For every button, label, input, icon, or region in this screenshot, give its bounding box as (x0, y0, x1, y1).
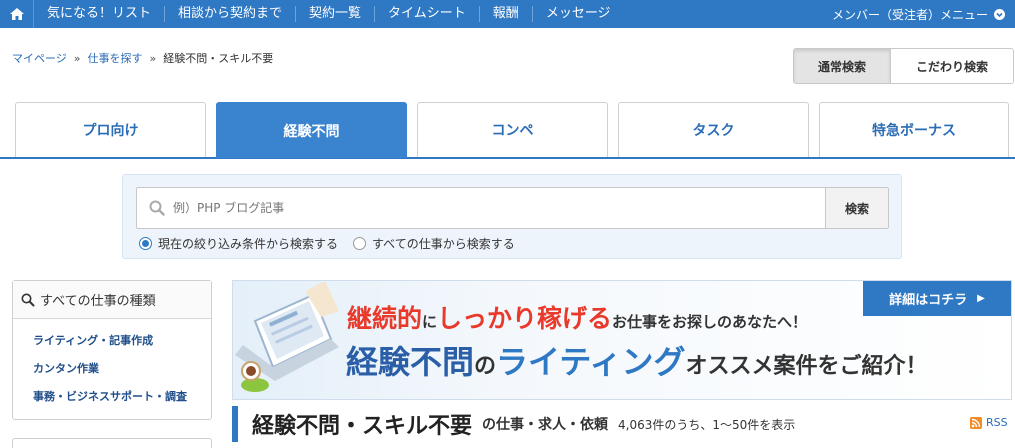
search-button[interactable]: 検索 (825, 187, 889, 229)
rss-link[interactable]: RSS (970, 416, 1008, 429)
promo-banner[interactable]: 詳細はコチラ ▶ 継続的にしっかり稼げるお仕事をお探しのあなたへ！ 経験不問のラ… (232, 280, 1012, 400)
nav-timesheet[interactable]: タイムシート (375, 6, 480, 22)
search-scope-options: 現在の絞り込み条件から検索する すべての仕事から検索する (139, 235, 530, 252)
sidebar-heading-label: すべての仕事の種類 (40, 294, 156, 309)
details-button[interactable]: 詳細はコチラ ▶ (863, 281, 1011, 316)
sidebar-item-business-support[interactable]: 事務・ビジネスサポート・調査 (13, 383, 211, 411)
search-icon (21, 293, 35, 306)
results-count: 4,063件のうち、1〜50件を表示 (618, 417, 796, 432)
banner-text-no-experience: 経験不問 (346, 343, 475, 381)
banner-text-no: の (474, 354, 497, 379)
results-heading: 経験不問・スキル不要 の仕事・求人・依頼 4,063件のうち、1〜50件を表示 (232, 406, 795, 442)
nav-consult-to-contract[interactable]: 相談から契約まで (165, 6, 297, 22)
chevron-down-icon (994, 8, 1005, 20)
search-icon (149, 200, 165, 216)
breadcrumb-mypage[interactable]: マイページ (12, 50, 67, 66)
sidebar-box-2 (12, 438, 212, 448)
rss-icon (970, 416, 982, 429)
banner-text-writing: ライティング (496, 343, 686, 381)
banner-headline-2: 経験不問のライティングオススメ案件をご紹介！ (346, 337, 928, 383)
laptop-illustration (235, 281, 339, 392)
search-panel: 検索 現在の絞り込み条件から検索する すべての仕事から検索する (122, 174, 902, 259)
home-icon (9, 8, 24, 20)
normal-search-button[interactable]: 通常検索 (794, 49, 891, 83)
nav-favorites-list[interactable]: 気になる！リスト (34, 6, 166, 22)
radio-all-jobs[interactable]: すべての仕事から検索する (353, 235, 515, 252)
sidebar-item-writing[interactable]: ライティング・記事作成 (13, 327, 211, 355)
rss-label: RSS (986, 416, 1008, 429)
tab-no-experience[interactable]: 経験不問 (216, 102, 407, 158)
nav-contract-list[interactable]: 契約一覧 (296, 6, 376, 22)
breadcrumb-find-work[interactable]: 仕事を探す (88, 50, 143, 66)
member-menu-dropdown[interactable]: メンバー（受注者）メニュー (832, 0, 1005, 28)
top-navigation-bar: 気になる！リスト 相談から契約まで 契約一覧 タイムシート 報酬 メッセージ メ… (0, 0, 1015, 28)
details-button-label: 詳細はコチラ (889, 293, 968, 308)
radio-current-filter[interactable]: 現在の絞り込み条件から検索する (139, 235, 338, 252)
tab-competition[interactable]: コンペ (417, 102, 608, 157)
tab-express-bonus[interactable]: 特急ボーナス (819, 102, 1009, 157)
nav-payment[interactable]: 報酬 (480, 6, 533, 22)
tab-task[interactable]: タスク (618, 102, 809, 157)
search-mode-toggle: 通常検索 こだわり検索 (793, 48, 1014, 84)
breadcrumb: マイページ » 仕事を探す » 経験不問・スキル不要 (12, 50, 273, 66)
results-title: 経験不問・スキル不要 (252, 414, 473, 439)
breadcrumb-current: 経験不問・スキル不要 (163, 52, 274, 65)
home-button[interactable] (0, 0, 34, 28)
nav-messages[interactable]: メッセージ (533, 6, 624, 22)
sidebar-heading: すべての仕事の種類 (13, 281, 211, 319)
search-field (136, 187, 826, 229)
banner-text-ni: に (422, 313, 438, 331)
radio-unchecked-icon (353, 237, 367, 250)
category-tabs: プロ向け 経験不問 コンペ タスク 特急ボーナス (0, 102, 1015, 159)
radio-label: 現在の絞り込み条件から検索する (158, 237, 339, 251)
member-menu-label: メンバー（受注者）メニュー (831, 7, 988, 22)
advanced-search-button[interactable]: こだわり検索 (891, 49, 1013, 83)
breadcrumb-separator: » (149, 51, 157, 65)
radio-checked-icon (139, 237, 152, 250)
radio-label: すべての仕事から検索する (372, 237, 515, 251)
sidebar-item-easy-tasks[interactable]: カンタン作業 (13, 355, 211, 383)
results-subtitle: の仕事・求人・依頼 (482, 417, 609, 433)
job-type-sidebar: すべての仕事の種類 ライティング・記事作成 カンタン作業 事務・ビジネスサポート… (12, 280, 212, 420)
breadcrumb-separator: » (73, 51, 81, 65)
banner-headline-1: 継続的にしっかり稼げるお仕事をお探しのあなたへ！ (347, 299, 807, 335)
banner-text-earn: しっかり稼げる (437, 304, 613, 333)
banner-text-for-you: お仕事をお探しのあなたへ！ (612, 313, 808, 331)
banner-text-recommend: オススメ案件をご紹介！ (685, 354, 928, 379)
triangle-right-icon: ▶ (977, 293, 985, 304)
banner-text-continuous: 継続的 (347, 304, 423, 333)
search-input[interactable] (173, 201, 773, 215)
tab-pro[interactable]: プロ向け (15, 102, 206, 157)
